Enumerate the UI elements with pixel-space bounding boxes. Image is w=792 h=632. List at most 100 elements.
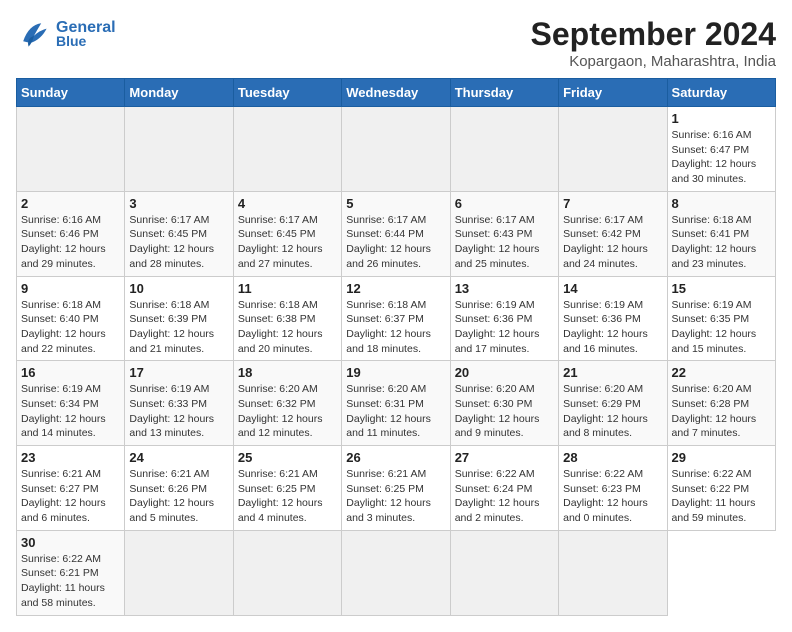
day-number: 7 — [563, 196, 662, 211]
day-number: 24 — [129, 450, 228, 465]
calendar-cell — [450, 107, 558, 192]
day-number: 25 — [238, 450, 337, 465]
day-info: Sunrise: 6:22 AMSunset: 6:22 PMDaylight:… — [672, 467, 771, 526]
weekday-header: Tuesday — [233, 79, 341, 107]
day-number: 14 — [563, 281, 662, 296]
day-info: Sunrise: 6:20 AMSunset: 6:28 PMDaylight:… — [672, 382, 771, 441]
day-info: Sunrise: 6:20 AMSunset: 6:29 PMDaylight:… — [563, 382, 662, 441]
day-number: 17 — [129, 365, 228, 380]
day-number: 10 — [129, 281, 228, 296]
logo-text: General Blue — [56, 19, 116, 49]
day-info: Sunrise: 6:19 AMSunset: 6:34 PMDaylight:… — [21, 382, 120, 441]
weekday-header: Saturday — [667, 79, 775, 107]
day-number: 29 — [672, 450, 771, 465]
calendar-cell: 24 Sunrise: 6:21 AMSunset: 6:26 PMDayligh… — [125, 446, 233, 531]
calendar-row: 30 Sunrise: 6:22 AMSunset: 6:21 PMDayligh… — [17, 530, 776, 615]
calendar-cell: 28 Sunrise: 6:22 AMSunset: 6:23 PMDayligh… — [559, 446, 667, 531]
day-info: Sunrise: 6:17 AMSunset: 6:42 PMDaylight:… — [563, 213, 662, 272]
day-number: 5 — [346, 196, 445, 211]
calendar-cell: 21 Sunrise: 6:20 AMSunset: 6:29 PMDayligh… — [559, 361, 667, 446]
calendar-cell: 22 Sunrise: 6:20 AMSunset: 6:28 PMDayligh… — [667, 361, 775, 446]
calendar-cell: 4Sunrise: 6:17 AMSunset: 6:45 PMDaylight… — [233, 191, 341, 276]
calendar-cell: 18 Sunrise: 6:20 AMSunset: 6:32 PMDayligh… — [233, 361, 341, 446]
day-number: 19 — [346, 365, 445, 380]
day-number: 20 — [455, 365, 554, 380]
day-info: Sunrise: 6:21 AMSunset: 6:25 PMDaylight:… — [346, 467, 445, 526]
weekday-header: Monday — [125, 79, 233, 107]
calendar-cell: 12 Sunrise: 6:18 AMSunset: 6:37 PMDayligh… — [342, 276, 450, 361]
calendar-cell: 10 Sunrise: 6:18 AMSunset: 6:39 PMDayligh… — [125, 276, 233, 361]
day-info: Sunrise: 6:18 AMSunset: 6:40 PMDaylight:… — [21, 298, 120, 357]
calendar-cell: 16 Sunrise: 6:19 AMSunset: 6:34 PMDayligh… — [17, 361, 125, 446]
calendar-cell: 9 Sunrise: 6:18 AMSunset: 6:40 PMDaylight… — [17, 276, 125, 361]
day-info: Sunrise: 6:16 AMSunset: 6:47 PMDaylight:… — [672, 128, 771, 187]
calendar-cell: 7 Sunrise: 6:17 AMSunset: 6:42 PMDaylight… — [559, 191, 667, 276]
calendar-row: 23Sunrise: 6:21 AMSunset: 6:27 PMDayligh… — [17, 446, 776, 531]
day-number: 12 — [346, 281, 445, 296]
weekday-header: Thursday — [450, 79, 558, 107]
day-number: 9 — [21, 281, 120, 296]
calendar-cell: 11 Sunrise: 6:18 AMSunset: 6:38 PMDayligh… — [233, 276, 341, 361]
day-info: Sunrise: 6:22 AMSunset: 6:24 PMDaylight:… — [455, 467, 554, 526]
day-info: Sunrise: 6:18 AMSunset: 6:39 PMDaylight:… — [129, 298, 228, 357]
calendar-cell: 26 Sunrise: 6:21 AMSunset: 6:25 PMDayligh… — [342, 446, 450, 531]
day-info: Sunrise: 6:17 AMSunset: 6:44 PMDaylight:… — [346, 213, 445, 272]
day-info: Sunrise: 6:19 AMSunset: 6:33 PMDaylight:… — [129, 382, 228, 441]
day-number: 11 — [238, 281, 337, 296]
calendar-cell: 3Sunrise: 6:17 AMSunset: 6:45 PMDaylight… — [125, 191, 233, 276]
calendar-cell: 19 Sunrise: 6:20 AMSunset: 6:31 PMDayligh… — [342, 361, 450, 446]
day-number: 22 — [672, 365, 771, 380]
calendar-cell: 6Sunrise: 6:17 AMSunset: 6:43 PMDaylight… — [450, 191, 558, 276]
calendar-cell — [342, 530, 450, 615]
calendar-cell: 14 Sunrise: 6:19 AMSunset: 6:36 PMDayligh… — [559, 276, 667, 361]
weekday-header: Sunday — [17, 79, 125, 107]
day-number: 23 — [21, 450, 120, 465]
day-info: Sunrise: 6:19 AMSunset: 6:35 PMDaylight:… — [672, 298, 771, 357]
calendar-cell — [233, 530, 341, 615]
day-info: Sunrise: 6:22 AMSunset: 6:21 PMDaylight:… — [21, 552, 120, 611]
day-number: 15 — [672, 281, 771, 296]
day-info: Sunrise: 6:17 AMSunset: 6:45 PMDaylight:… — [129, 213, 228, 272]
calendar-cell: 17 Sunrise: 6:19 AMSunset: 6:33 PMDayligh… — [125, 361, 233, 446]
day-number: 21 — [563, 365, 662, 380]
calendar-cell: 29 Sunrise: 6:22 AMSunset: 6:22 PMDayligh… — [667, 446, 775, 531]
calendar-cell — [233, 107, 341, 192]
day-info: Sunrise: 6:19 AMSunset: 6:36 PMDaylight:… — [563, 298, 662, 357]
calendar-cell: 27 Sunrise: 6:22 AMSunset: 6:24 PMDayligh… — [450, 446, 558, 531]
calendar-cell: 25Sunrise: 6:21 AMSunset: 6:25 PMDayligh… — [233, 446, 341, 531]
calendar-cell: 8 Sunrise: 6:18 AMSunset: 6:41 PMDaylight… — [667, 191, 775, 276]
calendar-cell: 15 Sunrise: 6:19 AMSunset: 6:35 PMDayligh… — [667, 276, 775, 361]
day-info: Sunrise: 6:18 AMSunset: 6:38 PMDaylight:… — [238, 298, 337, 357]
day-number: 26 — [346, 450, 445, 465]
day-number: 28 — [563, 450, 662, 465]
day-number: 16 — [21, 365, 120, 380]
day-number: 13 — [455, 281, 554, 296]
day-info: Sunrise: 6:18 AMSunset: 6:37 PMDaylight:… — [346, 298, 445, 357]
calendar-row: 1Sunrise: 6:16 AMSunset: 6:47 PMDaylight… — [17, 107, 776, 192]
day-info: Sunrise: 6:20 AMSunset: 6:31 PMDaylight:… — [346, 382, 445, 441]
calendar-cell — [125, 107, 233, 192]
weekday-header: Friday — [559, 79, 667, 107]
day-number: 30 — [21, 535, 120, 550]
calendar-cell — [342, 107, 450, 192]
calendar-cell: 5 Sunrise: 6:17 AMSunset: 6:44 PMDaylight… — [342, 191, 450, 276]
day-info: Sunrise: 6:18 AMSunset: 6:41 PMDaylight:… — [672, 213, 771, 272]
day-info: Sunrise: 6:19 AMSunset: 6:36 PMDaylight:… — [455, 298, 554, 357]
day-number: 8 — [672, 196, 771, 211]
calendar-cell: 20Sunrise: 6:20 AMSunset: 6:30 PMDayligh… — [450, 361, 558, 446]
day-number: 18 — [238, 365, 337, 380]
calendar-cell: 1Sunrise: 6:16 AMSunset: 6:47 PMDaylight… — [667, 107, 775, 192]
header: General Blue September 2024 Kopargaon, M… — [16, 16, 776, 70]
logo: General Blue — [16, 16, 116, 52]
day-info: Sunrise: 6:22 AMSunset: 6:23 PMDaylight:… — [563, 467, 662, 526]
day-number: 4 — [238, 196, 337, 211]
calendar-cell: 2Sunrise: 6:16 AMSunset: 6:46 PMDaylight… — [17, 191, 125, 276]
day-number: 27 — [455, 450, 554, 465]
calendar-cell: 30 Sunrise: 6:22 AMSunset: 6:21 PMDayligh… — [17, 530, 125, 615]
calendar-cell: 23Sunrise: 6:21 AMSunset: 6:27 PMDayligh… — [17, 446, 125, 531]
day-info: Sunrise: 6:21 AMSunset: 6:26 PMDaylight:… — [129, 467, 228, 526]
calendar-cell — [125, 530, 233, 615]
calendar-cell — [559, 530, 667, 615]
day-info: Sunrise: 6:16 AMSunset: 6:46 PMDaylight:… — [21, 213, 120, 272]
day-info: Sunrise: 6:20 AMSunset: 6:32 PMDaylight:… — [238, 382, 337, 441]
